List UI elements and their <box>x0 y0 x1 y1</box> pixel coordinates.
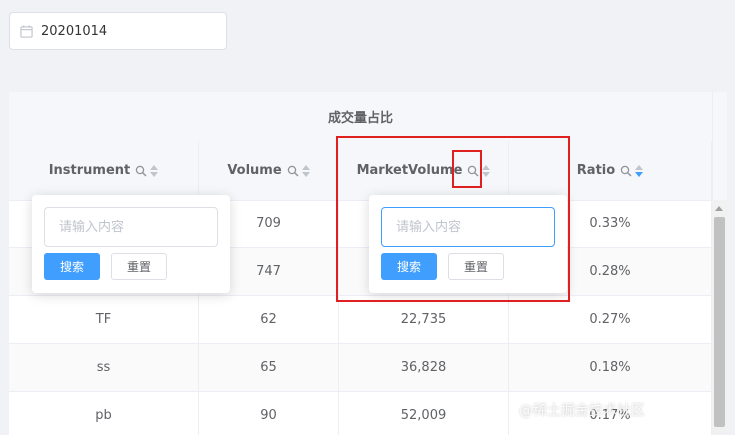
cell-volume: 90 <box>199 392 339 435</box>
group-header: 成交量占比 <box>9 92 712 142</box>
sort-caret-icon[interactable] <box>482 164 491 177</box>
search-button[interactable]: 搜索 <box>381 253 437 280</box>
scroll-up-arrow-icon[interactable] <box>715 206 723 211</box>
cell-instrument: TF <box>9 296 199 343</box>
filter-popover-marketvolume: 搜索 重置 <box>369 195 567 293</box>
column-headers: Instrument Volume MarketVolume Ratio <box>9 141 712 201</box>
column-header-ratio[interactable]: Ratio <box>509 141 712 200</box>
filter-search-icon[interactable] <box>135 165 147 177</box>
cell-volume: 65 <box>199 344 339 391</box>
cell-marketvolume: 52,009 <box>339 392 509 435</box>
column-header-instrument[interactable]: Instrument <box>9 141 199 200</box>
scroll-thumb[interactable] <box>714 217 725 427</box>
filter-search-icon[interactable] <box>620 165 632 177</box>
filter-search-input[interactable] <box>44 207 218 247</box>
column-header-volume[interactable]: Volume <box>199 141 339 200</box>
reset-button[interactable]: 重置 <box>448 253 504 280</box>
cell-marketvolume: 36,828 <box>339 344 509 391</box>
vertical-scrollbar[interactable] <box>712 200 727 435</box>
filter-search-icon[interactable] <box>287 165 299 177</box>
cell-instrument: pb <box>9 392 199 435</box>
calendar-icon <box>20 24 33 38</box>
search-button[interactable]: 搜索 <box>44 253 100 280</box>
column-header-marketvolume[interactable]: MarketVolume <box>339 141 509 200</box>
sort-caret-icon[interactable] <box>150 164 159 177</box>
cell-marketvolume: 22,735 <box>339 296 509 343</box>
filter-search-icon[interactable] <box>467 165 479 177</box>
cell-ratio: 0.27% <box>509 296 712 343</box>
reset-button[interactable]: 重置 <box>111 253 167 280</box>
cell-ratio: 0.18% <box>509 344 712 391</box>
watermark: @稀土掘金技术社区 <box>519 403 645 419</box>
sort-caret-icon[interactable] <box>301 164 310 177</box>
cell-instrument: ss <box>9 344 199 391</box>
filter-search-input[interactable] <box>381 207 555 247</box>
sort-caret-icon[interactable] <box>635 164 644 177</box>
cell-volume: 62 <box>199 296 339 343</box>
filter-popover-instrument: 搜索 重置 <box>32 195 230 293</box>
table-row: ss 65 36,828 0.18% <box>9 344 712 392</box>
header-gutter <box>712 92 727 200</box>
date-picker[interactable]: 20201014 <box>9 12 227 50</box>
date-value: 20201014 <box>41 23 108 39</box>
table-row: TF 62 22,735 0.27% <box>9 296 712 344</box>
